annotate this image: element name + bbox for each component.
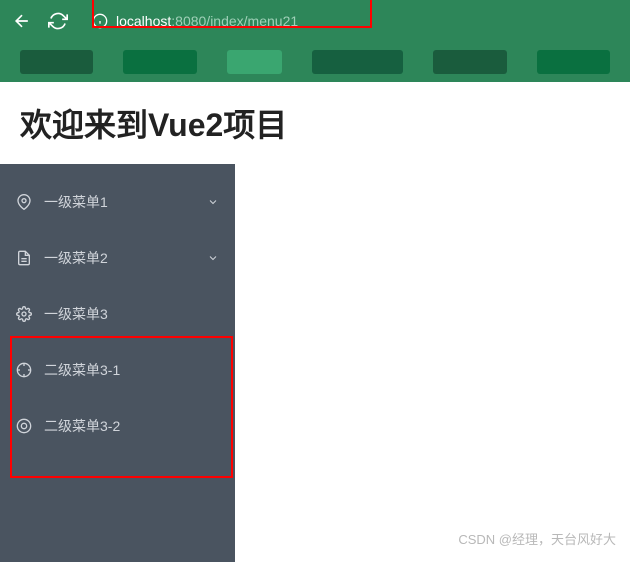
menu-item-2[interactable]: 一级菜单2 bbox=[0, 230, 235, 286]
url-text: localhost:8080/index/menu21 bbox=[116, 13, 298, 29]
menu-label: 一级菜单3 bbox=[44, 304, 219, 324]
menu-label: 一级菜单1 bbox=[44, 192, 195, 212]
bookmark-item[interactable] bbox=[123, 50, 196, 74]
back-button[interactable] bbox=[12, 11, 32, 31]
bookmark-item[interactable] bbox=[312, 50, 404, 74]
refresh-button[interactable] bbox=[48, 11, 68, 31]
circle-icon bbox=[16, 418, 32, 434]
watermark: CSDN @经理，天台风好大 bbox=[458, 529, 616, 548]
menu-label: 一级菜单2 bbox=[44, 248, 195, 268]
bookmark-item[interactable] bbox=[227, 50, 282, 74]
bookmark-item[interactable] bbox=[537, 50, 610, 74]
page-header: 欢迎来到Vue2项目 bbox=[0, 82, 630, 164]
info-icon bbox=[92, 13, 108, 29]
address-bar[interactable]: localhost:8080/index/menu21 bbox=[84, 13, 618, 29]
document-icon bbox=[16, 250, 32, 266]
location-icon bbox=[16, 194, 32, 210]
chevron-down-icon bbox=[207, 252, 219, 264]
bookmarks-bar bbox=[0, 42, 630, 82]
menu-label: 二级菜单3-2 bbox=[44, 416, 219, 436]
chevron-down-icon bbox=[207, 196, 219, 208]
main-content bbox=[235, 164, 630, 562]
content-area: 一级菜单1 一级菜单2 一级菜单3 二级菜单 bbox=[0, 164, 630, 562]
submenu-item-3-1[interactable]: 二级菜单3-1 bbox=[0, 342, 235, 398]
page-title: 欢迎来到Vue2项目 bbox=[20, 100, 610, 146]
bookmark-item[interactable] bbox=[20, 50, 93, 74]
bookmark-item[interactable] bbox=[433, 50, 506, 74]
menu-item-3[interactable]: 一级菜单3 bbox=[0, 286, 235, 342]
gear-icon bbox=[16, 306, 32, 322]
browser-toolbar: localhost:8080/index/menu21 bbox=[0, 0, 630, 42]
submenu-item-3-2[interactable]: 二级菜单3-2 bbox=[0, 398, 235, 454]
sidebar: 一级菜单1 一级菜单2 一级菜单3 二级菜单 bbox=[0, 164, 235, 562]
menu-label: 二级菜单3-1 bbox=[44, 360, 219, 380]
menu-item-1[interactable]: 一级菜单1 bbox=[0, 174, 235, 230]
target-icon bbox=[16, 362, 32, 378]
